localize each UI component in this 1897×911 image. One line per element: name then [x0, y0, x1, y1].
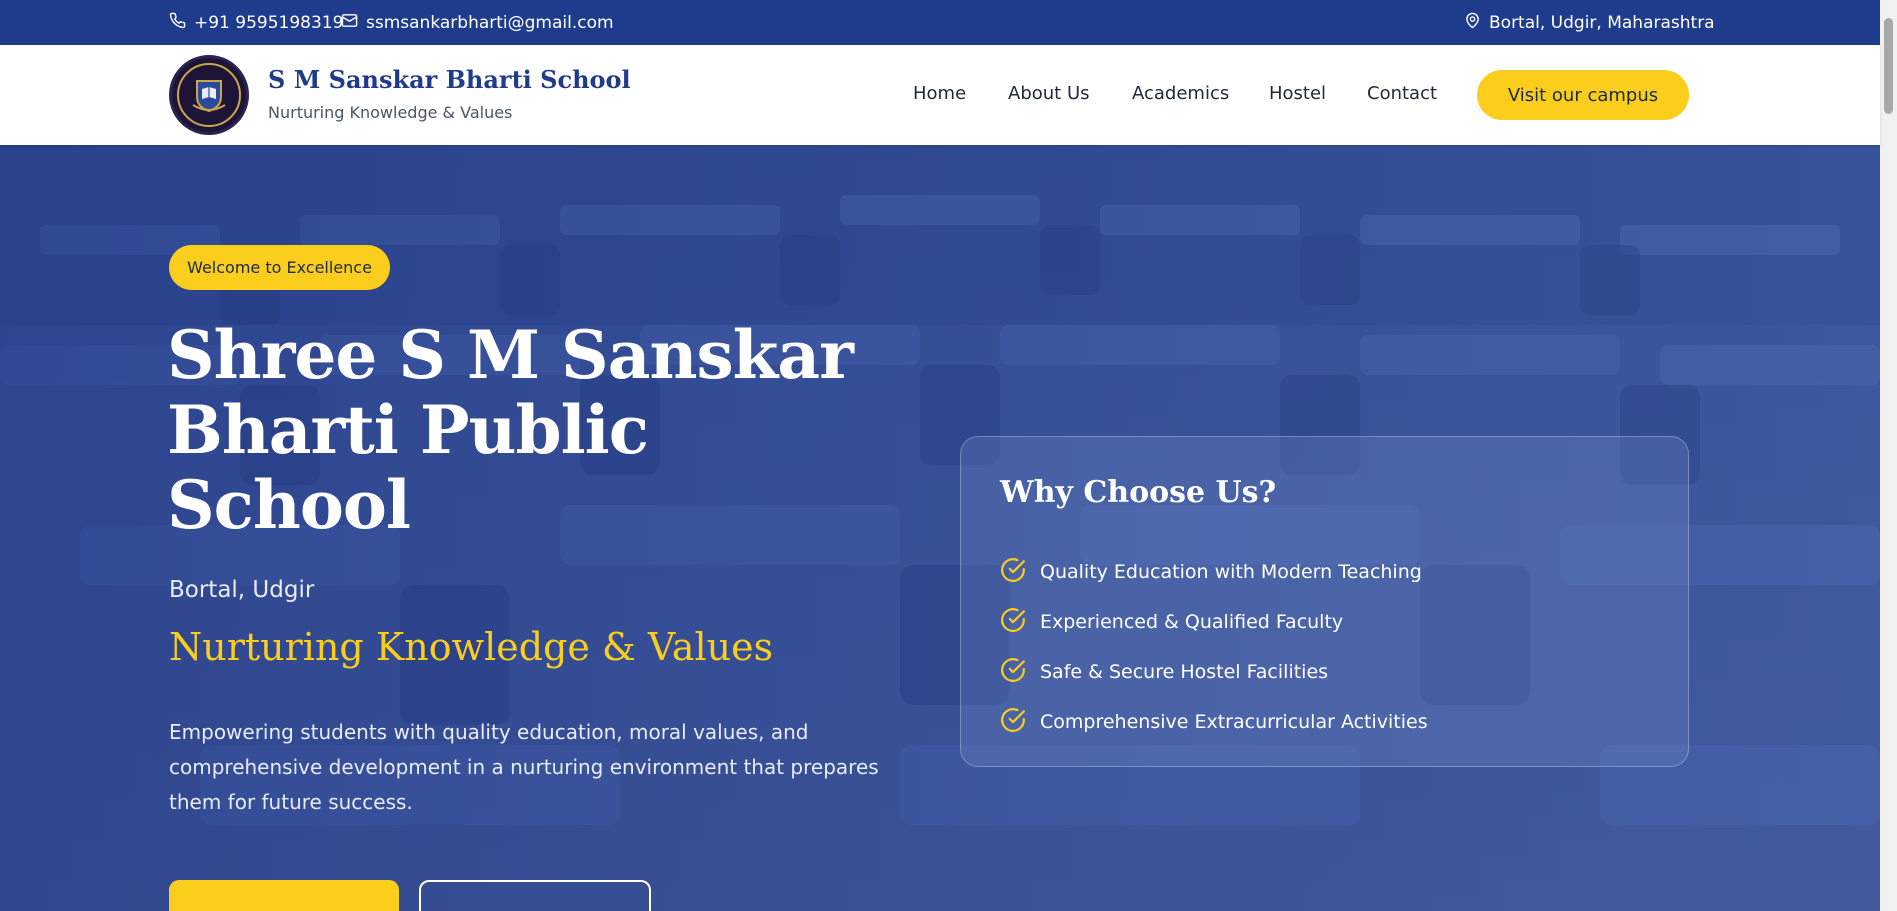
logo-emblem-icon [177, 63, 241, 127]
list-item: Comprehensive Extracurricular Activities [1000, 697, 1428, 747]
hero-section: Welcome to Excellence Shree S M Sanskar … [0, 145, 1880, 911]
email-address: ssmsankarbharti@gmail.com [366, 13, 614, 33]
hero-primary-button[interactable] [169, 880, 399, 911]
why-item-label: Comprehensive Extracurricular Activities [1040, 711, 1428, 733]
visit-campus-button[interactable]: Visit our campus [1477, 70, 1689, 120]
hero-title: Shree S M Sanskar Bharti Public School [167, 316, 854, 544]
hero-description: Empowering students with quality educati… [169, 720, 879, 814]
list-item: Safe & Secure Hostel Facilities [1000, 647, 1428, 697]
school-logo[interactable] [169, 55, 249, 135]
why-item-label: Safe & Secure Hostel Facilities [1040, 661, 1329, 683]
check-circle-icon [1000, 607, 1026, 638]
brand-tagline: Nurturing Knowledge & Values [268, 103, 513, 122]
page-scrollbar[interactable] [1880, 0, 1897, 911]
nav-home[interactable]: Home [913, 83, 966, 104]
nav-contact[interactable]: Contact [1367, 83, 1437, 104]
list-item: Experienced & Qualified Faculty [1000, 597, 1428, 647]
location-text: Bortal, Udgir, Maharashtra [1489, 13, 1715, 33]
location-contact: Bortal, Udgir, Maharashtra [1464, 12, 1715, 34]
list-item: Quality Education with Modern Teaching [1000, 547, 1428, 597]
site-header: S M Sanskar Bharti School Nurturing Know… [0, 45, 1880, 145]
check-circle-icon [1000, 657, 1026, 688]
hero-secondary-button[interactable] [419, 880, 651, 911]
phone-contact[interactable]: +91 9595198319 [169, 12, 343, 34]
why-item-label: Experienced & Qualified Faculty [1040, 611, 1344, 633]
why-item-label: Quality Education with Modern Teaching [1040, 561, 1422, 583]
why-choose-us-list: Quality Education with Modern Teaching E… [1000, 547, 1428, 747]
top-contact-bar: +91 9595198319 ssmsankarbharti@gmail.com… [0, 0, 1880, 45]
hero-location: Bortal, Udgir [169, 577, 315, 603]
map-pin-icon [1464, 12, 1481, 34]
nav-hostel[interactable]: Hostel [1269, 83, 1326, 104]
scrollbar-thumb[interactable] [1884, 18, 1893, 114]
welcome-badge: Welcome to Excellence [169, 245, 390, 290]
hero-motto: Nurturing Knowledge & Values [169, 625, 774, 669]
nav-academics[interactable]: Academics [1132, 83, 1229, 104]
check-circle-icon [1000, 557, 1026, 588]
brand-name[interactable]: S M Sanskar Bharti School [268, 65, 631, 94]
phone-icon [169, 12, 186, 34]
check-circle-icon [1000, 707, 1026, 738]
email-contact[interactable]: ssmsankarbharti@gmail.com [341, 12, 614, 34]
nav-about-us[interactable]: About Us [1008, 83, 1090, 104]
phone-number: +91 9595198319 [194, 13, 344, 33]
why-choose-us-card: Why Choose Us? Quality Education with Mo… [960, 436, 1689, 767]
mail-icon [341, 12, 358, 34]
why-choose-us-title: Why Choose Us? [1000, 475, 1277, 510]
